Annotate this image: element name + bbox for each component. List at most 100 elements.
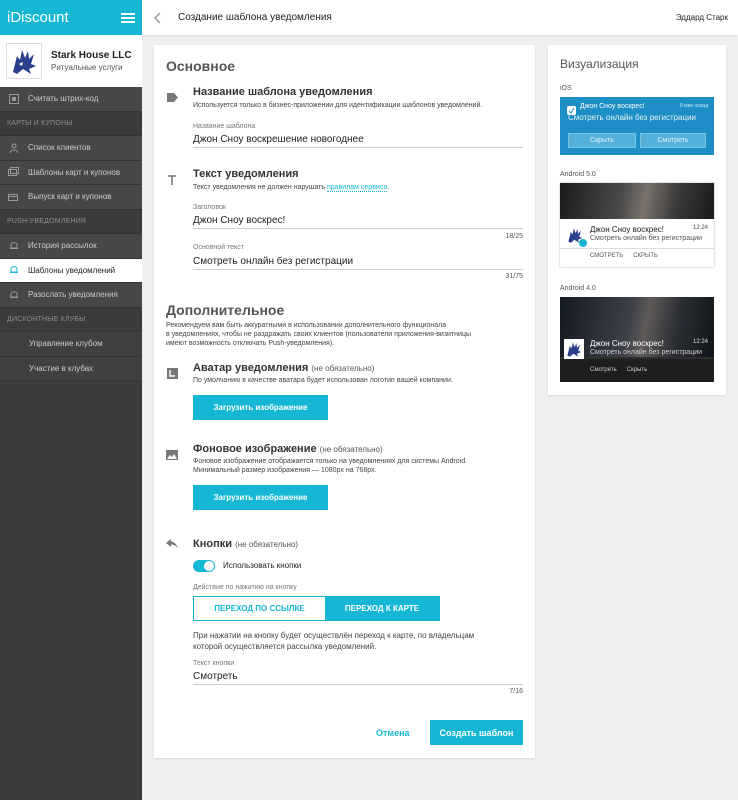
tag-icon xyxy=(166,91,178,103)
user-name[interactable]: Эддард Старк xyxy=(676,13,738,22)
avatar-title-text: Аватар уведомления xyxy=(193,362,309,374)
additional-heading: Дополнительное xyxy=(166,302,285,318)
divider xyxy=(560,248,714,249)
bell-icon xyxy=(8,265,19,276)
additional-desc-line: имеют возможность отключать Push-уведомл… xyxy=(166,340,335,347)
body-field-underline xyxy=(193,269,523,270)
sidebar-item-templates[interactable]: Шаблоны карт и купонов xyxy=(0,160,142,185)
header-char-counter: 18/25 xyxy=(505,233,523,240)
action-note: При нажатии на кнопку будет осуществлён … xyxy=(193,630,474,652)
button-text-input[interactable] xyxy=(193,669,525,683)
bell-history-icon xyxy=(8,240,19,251)
sidebar-item-notification-templates[interactable]: Шаблоны уведомлений xyxy=(0,258,142,283)
sidebar-item-scan[interactable]: Считать штрих-код xyxy=(0,87,142,112)
ios-text: Смотреть онлайн без регистрации xyxy=(568,113,697,122)
sidebar-section-clubs: Дисконтные клубы xyxy=(0,307,142,332)
use-buttons-toggle[interactable] xyxy=(193,560,215,572)
background-section-title: Фоновое изображение (не обязательно) xyxy=(193,443,383,455)
android4-label: Android 4.0 xyxy=(560,285,596,292)
notification-avatar xyxy=(564,339,584,359)
hamburger-menu-icon[interactable] xyxy=(121,12,135,23)
avatar-section-title: Аватар уведомления (не обязательно) xyxy=(193,362,374,374)
sidebar-item-club-join[interactable]: Участие в клубах xyxy=(0,356,142,381)
action-option-card[interactable]: ПЕРЕХОД К КАРТЕ xyxy=(325,597,439,620)
android4-time: 12:24 xyxy=(692,339,708,345)
create-template-button[interactable]: Создать шаблон xyxy=(430,720,523,745)
sidebar-item-resend[interactable]: Разослать уведомления xyxy=(0,283,142,308)
notification-body-input[interactable] xyxy=(193,254,525,268)
company-card[interactable]: Stark House LLC Ритуальные услуги xyxy=(0,35,142,87)
button-text-label: Текст кнопки xyxy=(193,660,235,667)
android4-actions: Смотреть Скрыть xyxy=(590,367,657,373)
upload-avatar-button[interactable]: Загрузить изображение xyxy=(193,395,328,420)
notification-title-input[interactable] xyxy=(193,213,525,227)
text-desc-end: . xyxy=(387,184,390,191)
sidebar-section-cards: Карты и купоны xyxy=(0,111,142,136)
preview-card: Визуализация iOS Джон Сноу воскрес! 8 ми… xyxy=(548,45,726,395)
android4-text: Смотреть онлайн без регистрации xyxy=(590,349,703,356)
action-option-link[interactable]: ПЕРЕХОД ПО ССЫЛКЕ xyxy=(194,597,325,620)
text-format-icon xyxy=(166,174,178,186)
avatar-icon xyxy=(166,367,178,379)
button-action-selector: ПЕРЕХОД ПО ССЫЛКЕ ПЕРЕХОД К КАРТЕ xyxy=(193,596,440,621)
cancel-button[interactable]: Отмена xyxy=(376,728,410,738)
card-issue-icon xyxy=(8,191,19,202)
upload-background-button[interactable]: Загрузить изображение xyxy=(193,485,328,510)
sidebar-item-label: Считать штрих-код xyxy=(28,94,99,104)
template-form-card: Основное Название шаблона уведомления Ис… xyxy=(154,45,535,758)
ios-time: 8 мин назад xyxy=(679,103,708,109)
company-logo xyxy=(6,43,42,79)
android4-watch: Смотреть xyxy=(590,367,617,373)
sidebar-item-label: Участие в клубах xyxy=(29,363,94,373)
direwolf-logo-icon xyxy=(567,342,582,357)
top-bar: Создание шаблона уведомления Эддард Стар… xyxy=(142,0,738,35)
text-section-desc: Текст уведомления не должен нарушать пра… xyxy=(193,183,389,192)
sidebar-item-label: Разослать уведомления xyxy=(28,290,118,300)
name-section-desc: Используется только в бизнес-приложении … xyxy=(193,102,483,109)
template-name-input[interactable] xyxy=(193,132,525,146)
background-image xyxy=(560,183,714,219)
sidebar-item-clients[interactable]: Список клиентов xyxy=(0,136,142,161)
optional-label: (не обязательно) xyxy=(319,445,383,454)
sidebar-item-label: Выпуск карт и купонов xyxy=(28,192,112,202)
buttons-section-title: Кнопки (не обязательно) xyxy=(193,538,298,550)
use-buttons-label: Использовать кнопки xyxy=(223,561,302,570)
sidebar-item-club-manage[interactable]: Управление клубом xyxy=(0,332,142,357)
action-note-line: При нажатии на кнопку будет осуществлён … xyxy=(193,631,475,640)
android5-time: 12:24 xyxy=(692,225,708,231)
name-field-label: Название шаблона xyxy=(193,123,256,130)
action-label: Действие по нажатию на кнопку xyxy=(193,584,297,591)
reply-icon xyxy=(166,538,178,550)
ios-title: Джон Сноу воскрес! xyxy=(580,103,645,110)
service-rules-link[interactable]: правилам сервиса xyxy=(326,184,388,192)
sidebar-item-label: Шаблоны карт и купонов xyxy=(28,167,121,177)
direwolf-logo-icon xyxy=(13,50,36,74)
android5-hide: СКРЫТЬ xyxy=(633,253,658,259)
sidebar-item-issue[interactable]: Выпуск карт и купонов xyxy=(0,185,142,210)
android4-title: Джон Сноу воскрес! xyxy=(590,339,664,348)
optional-label: (не обязательно) xyxy=(311,364,375,373)
back-chevron-icon[interactable] xyxy=(142,11,172,24)
name-section-title: Название шаблона уведомления xyxy=(193,86,373,98)
name-field-underline xyxy=(193,147,523,148)
avatar-section-desc: По умолчанию в качестве аватара будет ис… xyxy=(193,377,453,384)
ios-watch-button: Смотреть xyxy=(640,133,706,148)
sidebar-item-label: Управление клубом xyxy=(29,339,103,349)
background-desc-line: Минимальный размер изображения — 1080px … xyxy=(193,467,377,474)
background-title-text: Фоновое изображение xyxy=(193,443,317,455)
user-icon xyxy=(8,142,19,153)
text-section-title: Текст уведомления xyxy=(193,168,299,180)
optional-label: (не обязательно) xyxy=(235,540,299,549)
android4-hide: Скрыть xyxy=(626,367,648,373)
brand-bar: iDiscount xyxy=(0,0,142,35)
sidebar-item-label: Список клиентов xyxy=(28,143,91,153)
basic-heading: Основное xyxy=(166,58,236,74)
sidebar: iDiscount Stark House LLC Ритуальные усл… xyxy=(0,0,142,800)
buttons-title-text: Кнопки xyxy=(193,538,232,550)
app-badge-icon xyxy=(579,239,587,247)
ios-preview: Джон Сноу воскрес! 8 мин назад Смотреть … xyxy=(560,97,714,155)
additional-desc-line: Рекомендуем вам быть аккуратными в испол… xyxy=(166,322,447,329)
image-icon xyxy=(166,449,178,461)
button-text-counter: 7/16 xyxy=(509,688,523,695)
sidebar-item-history[interactable]: История рассылок xyxy=(0,234,142,259)
